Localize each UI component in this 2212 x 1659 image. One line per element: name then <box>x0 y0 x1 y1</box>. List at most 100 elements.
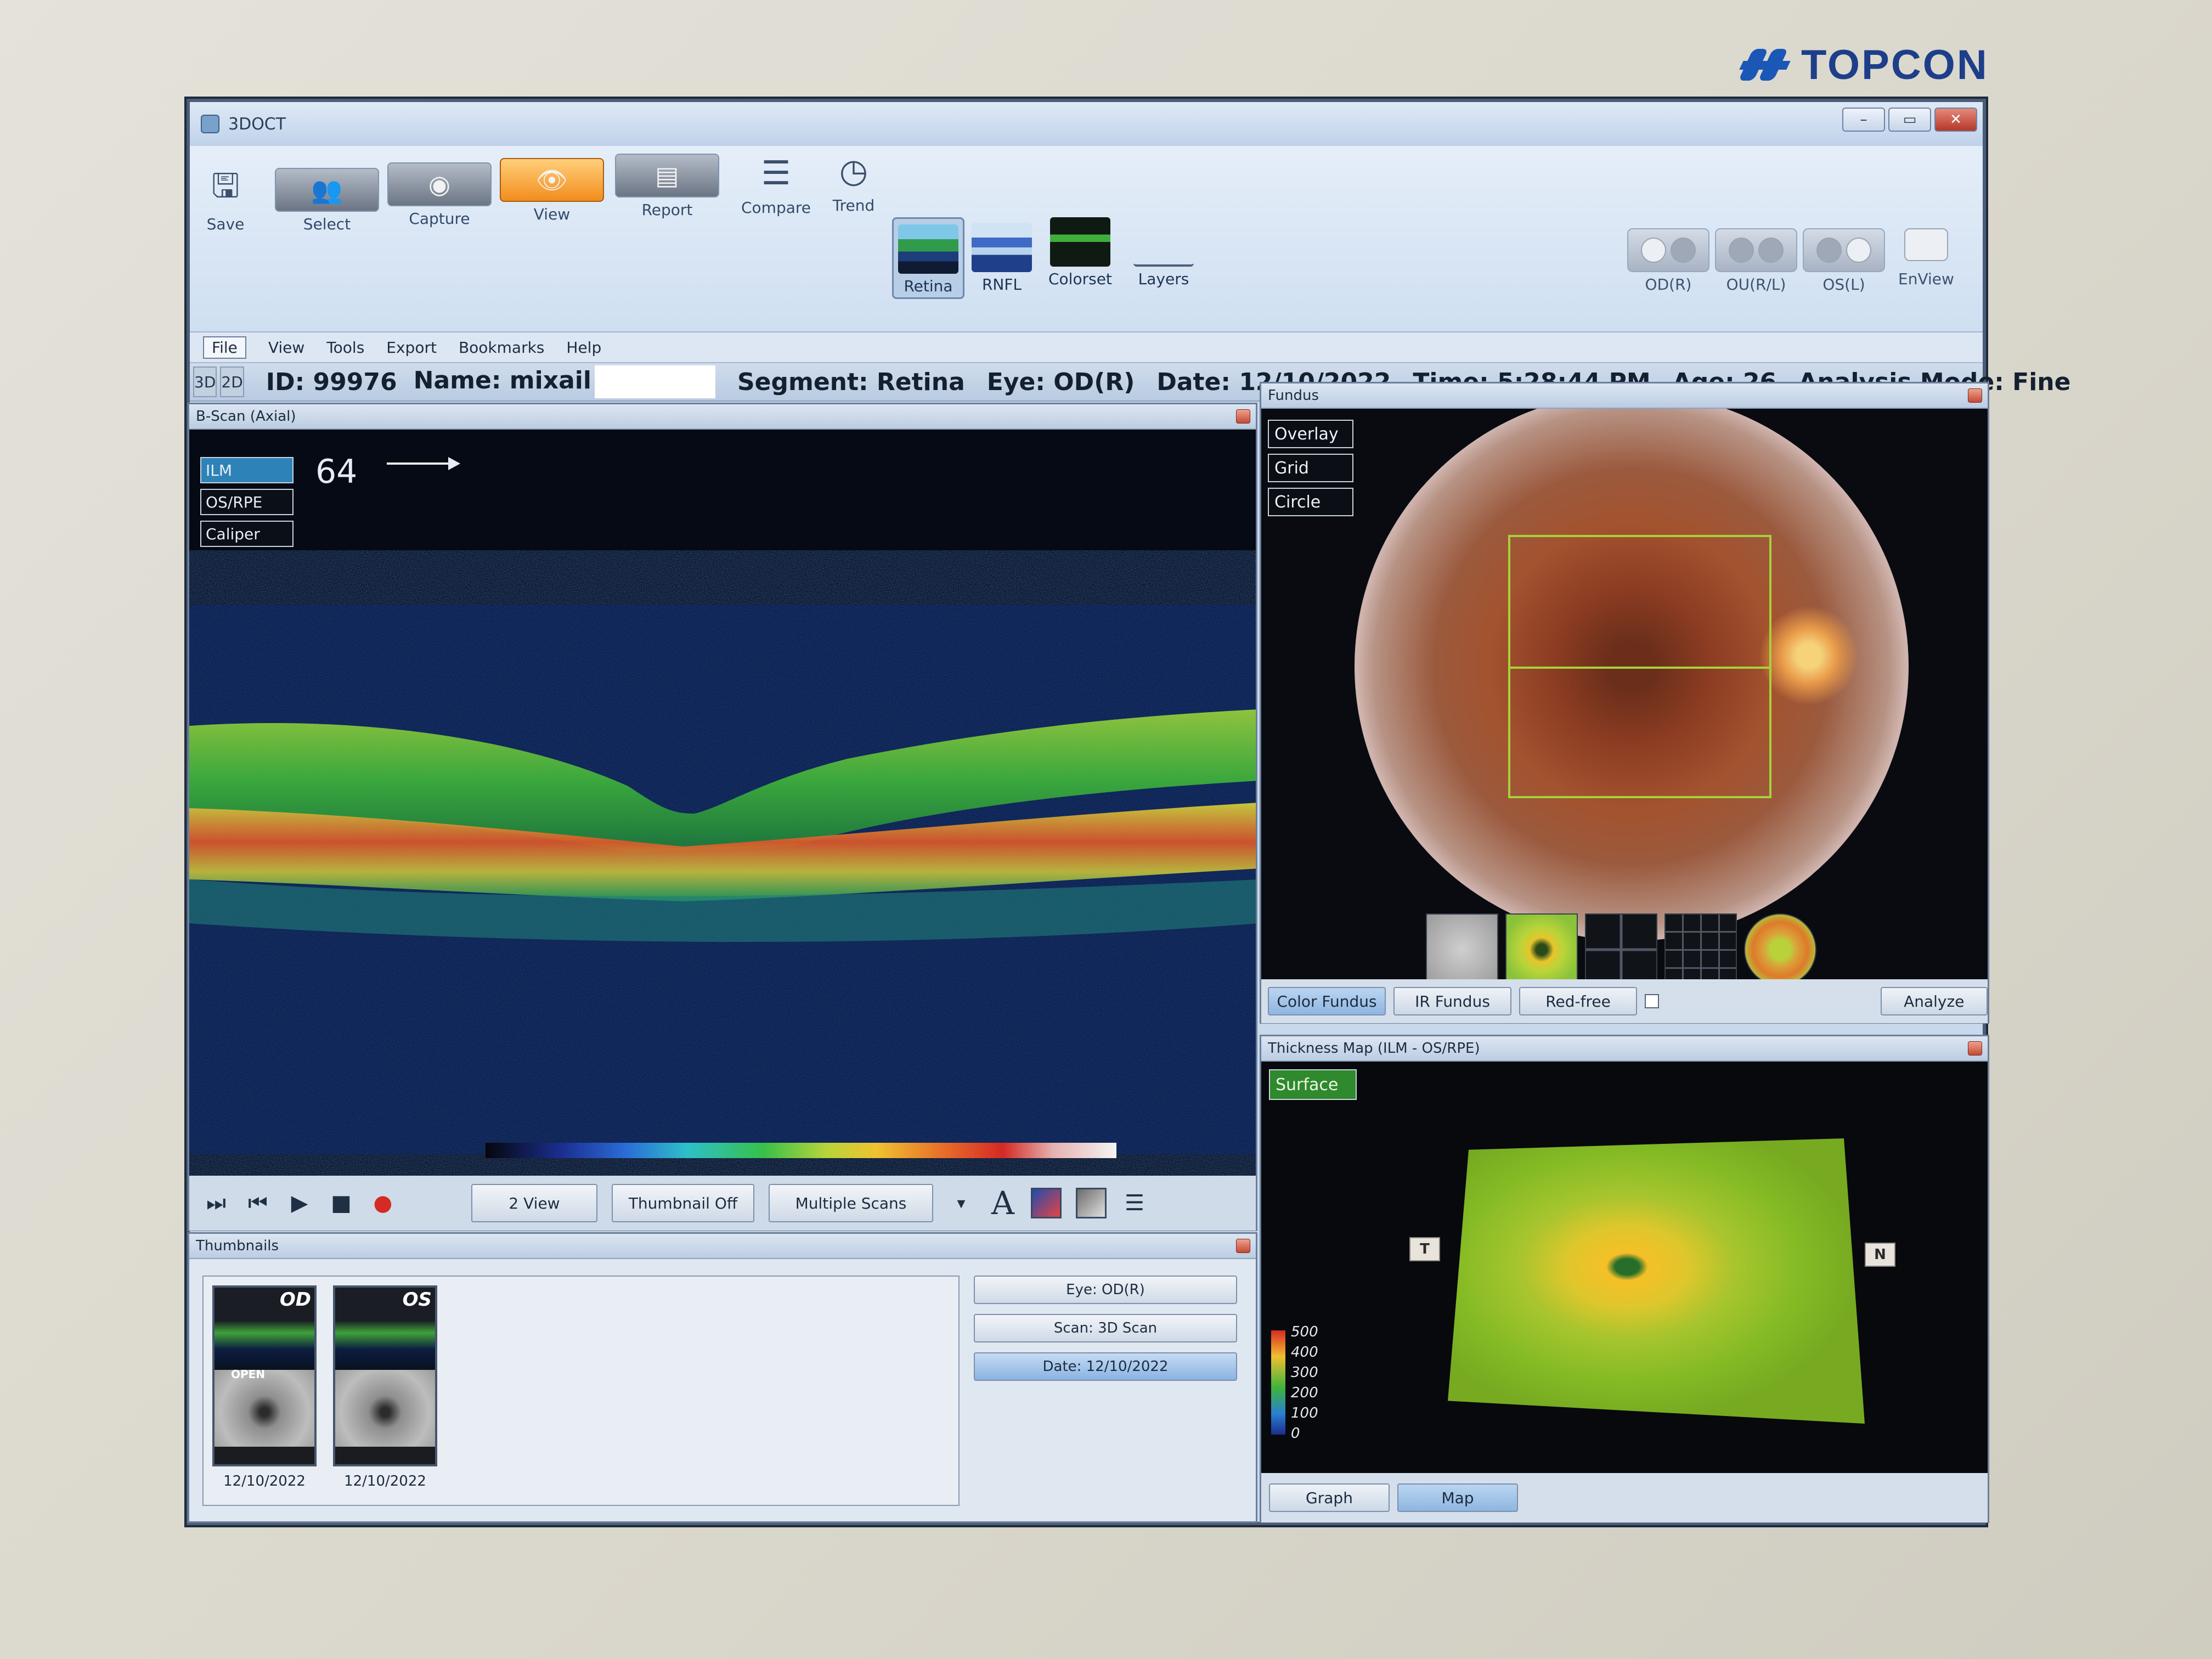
grayscale-icon[interactable] <box>1076 1188 1107 1218</box>
filter-eye-button[interactable]: Eye: OD(R) <box>974 1276 1237 1304</box>
thumbnails-header: Thumbnails <box>189 1234 1256 1259</box>
title-bar: 3DOCT – ▭ ✕ <box>190 102 1983 146</box>
chevron-down-icon[interactable]: ▾ <box>947 1194 975 1213</box>
bscan-close-button[interactable] <box>1236 409 1250 424</box>
save-button[interactable]: 🖫 Save <box>201 167 250 233</box>
minimize-button[interactable]: – <box>1842 108 1885 132</box>
menu-export[interactable]: Export <box>386 338 437 357</box>
multiple-scans-dropdown[interactable]: Multiple Scans <box>769 1184 933 1222</box>
filter-date-button[interactable]: Date: 12/10/2022 <box>974 1352 1237 1381</box>
red-free-tab[interactable]: Red-free <box>1519 987 1638 1015</box>
menu-file[interactable]: File <box>203 336 246 359</box>
maximize-button[interactable]: ▭ <box>1888 108 1931 132</box>
analyze-button[interactable]: Analyze <box>1880 987 1988 1015</box>
compare-label: Compare <box>741 199 811 217</box>
report-button[interactable]: ▤ Report <box>615 154 719 219</box>
od-label: OD(R) <box>1645 275 1692 294</box>
thumb-eye-label: OD <box>279 1289 311 1311</box>
segment: Segment: Retina <box>737 368 965 396</box>
projection-thumb-icon[interactable] <box>1426 913 1498 979</box>
color-map-icon[interactable] <box>1031 1188 1062 1218</box>
od-button[interactable]: OD(R) <box>1627 228 1709 294</box>
record-icon[interactable]: ● <box>369 1190 397 1216</box>
overlay-button[interactable]: Overlay <box>1268 420 1353 448</box>
red-free-checkbox[interactable] <box>1645 994 1659 1008</box>
ir-fundus-tab[interactable]: IR Fundus <box>1393 987 1512 1015</box>
fundus-close-button[interactable] <box>1968 388 1982 403</box>
grid-4x4-icon[interactable] <box>1664 913 1737 979</box>
thickness-close-button[interactable] <box>1968 1041 1982 1056</box>
grid-button[interactable]: Grid <box>1268 454 1353 482</box>
brand-name: TOPCON <box>1801 41 1989 88</box>
fundus-title: Fundus <box>1268 387 1319 404</box>
next-frame-icon[interactable]: ⏭ <box>202 1190 230 1216</box>
menu-help[interactable]: Help <box>566 338 601 357</box>
two-view-button[interactable]: 2 View <box>471 1184 597 1222</box>
menu-tools[interactable]: Tools <box>326 338 364 357</box>
select-button[interactable]: 👥 Select <box>275 168 379 233</box>
app-window: 3DOCT – ▭ ✕ 🖫 Save 👥 Select ◉ Capture 👁 … <box>187 99 2070 1525</box>
thickness-3d-view[interactable]: Surface T N 500 400 300 200 100 0 <box>1261 1062 1988 1473</box>
enview-icon <box>1896 223 1956 267</box>
report-label: Report <box>641 201 693 219</box>
thumbnails-close-button[interactable] <box>1236 1239 1250 1253</box>
ou-button[interactable]: OU(R/L) <box>1715 228 1797 294</box>
menu-lines-icon[interactable]: ☰ <box>1121 1190 1148 1216</box>
scan-position-line[interactable] <box>1508 667 1771 669</box>
thumb-open-tag: OPEN <box>231 1368 266 1381</box>
thumb-eye-label: OS <box>402 1289 432 1311</box>
retina-button[interactable]: Retina <box>892 217 964 299</box>
graph-tab[interactable]: Graph <box>1269 1483 1390 1512</box>
topcon-mark-icon <box>1739 47 1791 83</box>
os-button[interactable]: OS(L) <box>1803 228 1885 294</box>
circle-button[interactable]: Circle <box>1268 488 1353 516</box>
bscan-panel: B-Scan (Axial) ILM OS/RPE Caliper 64 ⏭ ⏮… <box>188 403 1257 1231</box>
menu-bar: File View Tools Export Bookmarks Help <box>190 332 1983 363</box>
enview-button[interactable]: EnView <box>1896 223 1956 288</box>
view-button[interactable]: 👁 View <box>500 158 604 223</box>
caliper-button[interactable]: Caliper <box>200 521 294 547</box>
close-button[interactable]: ✕ <box>1934 108 1977 132</box>
capture-label: Capture <box>409 210 470 228</box>
legend-0: 0 <box>1291 1425 1300 1442</box>
thumbnails-panel: Thumbnails OD OPEN 12/10/2022 OS 12/10/2… <box>188 1232 1257 1523</box>
legend-400: 400 <box>1291 1344 1318 1361</box>
colorset-label: Colorset <box>1048 270 1112 288</box>
surface-button[interactable]: Surface <box>1269 1069 1357 1100</box>
ribbon-toolbar: 🖫 Save 👥 Select ◉ Capture 👁 View ▤ Repor… <box>190 146 1983 332</box>
bscan-image[interactable]: ILM OS/RPE Caliper 64 <box>189 430 1256 1176</box>
layers-button[interactable]: Layers <box>1133 217 1194 288</box>
report-icon: ▤ <box>615 154 719 198</box>
tab-3d[interactable]: 3D <box>193 366 217 397</box>
menu-bookmarks[interactable]: Bookmarks <box>459 338 544 357</box>
thickness-thumb-icon[interactable] <box>1505 913 1578 979</box>
fundus-header: Fundus <box>1261 383 1988 409</box>
layer-os-rpe-button[interactable]: OS/RPE <box>200 489 294 515</box>
thickness-title: Thickness Map (ILM - OS/RPE) <box>1268 1040 1480 1057</box>
topcon-logo: TOPCON <box>1739 41 1989 88</box>
color-fundus-tab[interactable]: Color Fundus <box>1268 987 1386 1015</box>
etdrs-circle-icon[interactable] <box>1744 913 1816 979</box>
app-icon <box>201 115 219 133</box>
layer-ilm-button[interactable]: ILM <box>200 457 294 483</box>
thumbnail-od[interactable]: OD OPEN 12/10/2022 <box>212 1285 317 1489</box>
stop-icon[interactable]: ■ <box>328 1190 355 1216</box>
menu-view[interactable]: View <box>268 338 304 357</box>
temporal-marker: T <box>1409 1237 1440 1261</box>
tab-2d[interactable]: 2D <box>220 366 244 397</box>
compare-button[interactable]: ☰ Compare <box>741 151 811 217</box>
view-label: View <box>533 205 571 223</box>
grid-2x2-icon[interactable] <box>1585 913 1657 979</box>
play-icon[interactable]: ▶ <box>286 1190 313 1216</box>
window-controls: – ▭ ✕ <box>1842 108 1977 132</box>
prev-frame-icon[interactable]: ⏮ <box>244 1190 272 1216</box>
filter-scan-button[interactable]: Scan: 3D Scan <box>974 1314 1237 1342</box>
thumbnail-os[interactable]: OS 12/10/2022 <box>333 1285 437 1489</box>
rnfl-button[interactable]: RNFL <box>972 223 1032 294</box>
colorset-button[interactable]: Colorset <box>1048 217 1112 288</box>
map-tab[interactable]: Map <box>1397 1483 1518 1512</box>
text-tool-icon[interactable]: A <box>989 1184 1017 1222</box>
thumbnail-off-button[interactable]: Thumbnail Off <box>612 1184 754 1222</box>
trend-button[interactable]: ◷ Trend <box>829 149 878 215</box>
capture-button[interactable]: ◉ Capture <box>387 162 492 228</box>
